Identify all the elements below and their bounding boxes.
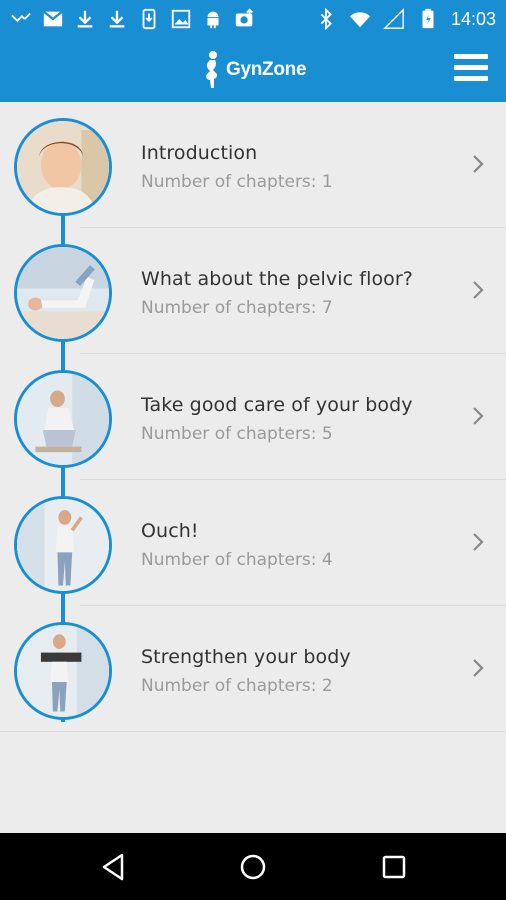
back-triangle-icon[interactable] bbox=[98, 851, 130, 883]
chapter-title: What about the pelvic floor? bbox=[141, 268, 413, 290]
hamburger-menu-icon[interactable] bbox=[454, 54, 490, 86]
phone-download-icon bbox=[142, 8, 156, 30]
list-item-introduction[interactable]: Introduction Number of chapters: 1 bbox=[0, 102, 506, 228]
gynzone-logo-icon bbox=[206, 51, 218, 88]
recents-square-icon[interactable] bbox=[378, 851, 410, 883]
strengthen-thumbnail bbox=[14, 622, 112, 720]
chapter-count: Number of chapters: 1 bbox=[141, 172, 333, 192]
clock: 14:03 bbox=[450, 8, 496, 29]
chapter-count: Number of chapters: 5 bbox=[141, 424, 333, 444]
list-item-ouch[interactable]: Ouch! Number of chapters: 4 bbox=[0, 480, 506, 606]
home-circle-icon[interactable] bbox=[237, 851, 269, 883]
battery-icon bbox=[422, 8, 434, 29]
chapter-count: Number of chapters: 2 bbox=[141, 676, 333, 696]
chapter-count: Number of chapters: 7 bbox=[141, 298, 333, 318]
body-care-thumbnail bbox=[14, 370, 112, 468]
download-icon bbox=[109, 10, 125, 28]
chevron-right-icon bbox=[473, 659, 484, 677]
introduction-thumbnail bbox=[14, 118, 112, 216]
chapter-count: Number of chapters: 4 bbox=[141, 550, 333, 570]
list-item-strengthen[interactable]: Strengthen your body Number of chapters:… bbox=[0, 606, 506, 732]
chapter-title: Strengthen your body bbox=[141, 646, 351, 668]
chevron-right-icon bbox=[473, 533, 484, 551]
chevron-right-icon bbox=[473, 407, 484, 425]
list-item-body-care[interactable]: Take good care of your body Number of ch… bbox=[0, 354, 506, 480]
photo-upload-icon bbox=[235, 8, 253, 27]
cell-signal-icon bbox=[383, 8, 404, 29]
status-bar: 14:03 bbox=[0, 0, 506, 38]
logo-text: GynZone bbox=[226, 59, 307, 80]
chapter-title: Ouch! bbox=[141, 520, 199, 542]
gmail-icon bbox=[43, 10, 63, 27]
download-icon bbox=[77, 10, 93, 28]
missed-call-icon bbox=[11, 12, 31, 23]
chapter-list: Introduction Number of chapters: 1 What … bbox=[0, 102, 506, 732]
pelvic-floor-thumbnail bbox=[14, 244, 112, 342]
notification-icons bbox=[10, 6, 256, 32]
wifi-icon bbox=[349, 12, 371, 28]
app-bar: GynZone bbox=[0, 38, 506, 102]
ouch-thumbnail bbox=[14, 496, 112, 594]
bluetooth-icon bbox=[320, 8, 332, 30]
divider bbox=[0, 731, 506, 732]
chevron-right-icon bbox=[473, 281, 484, 299]
chevron-right-icon bbox=[473, 155, 484, 173]
navigation-bar bbox=[0, 833, 506, 900]
chapter-title: Take good care of your body bbox=[141, 394, 413, 416]
image-icon bbox=[171, 9, 191, 29]
android-icon bbox=[207, 11, 219, 29]
chapter-title: Introduction bbox=[141, 142, 258, 164]
system-icons: 14:03 bbox=[315, 6, 496, 32]
gynzone-logo[interactable]: GynZone bbox=[202, 50, 307, 90]
list-item-pelvic-floor[interactable]: What about the pelvic floor? Number of c… bbox=[0, 228, 506, 354]
